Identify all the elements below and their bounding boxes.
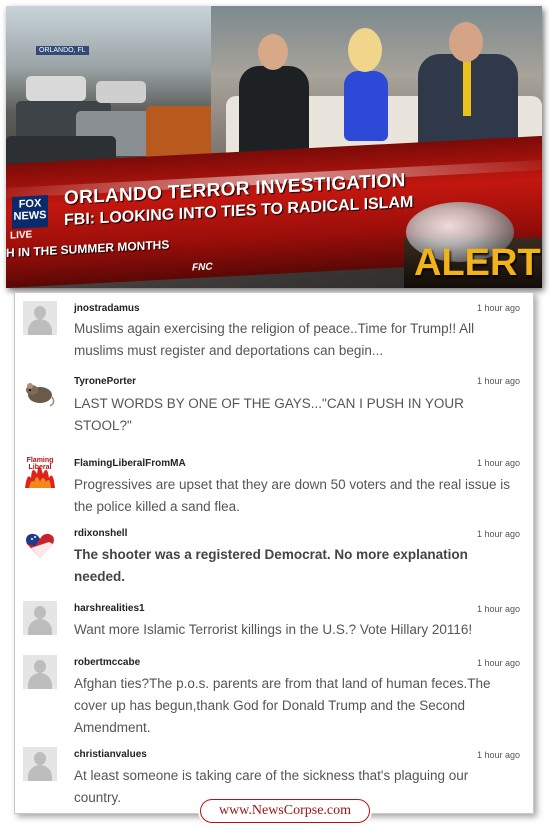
comment-username[interactable]: rdixonshell <box>74 528 127 539</box>
default-avatar-icon[interactable] <box>23 601 57 635</box>
comment-item: robertmccabe 1 hour ago Afghan ties?The … <box>15 649 533 742</box>
flaming-avatar-label: Flaming Liberal <box>26 457 54 471</box>
newscorpse-watermark[interactable]: www.NewsCorpse.com <box>200 799 370 823</box>
flaming-liberal-avatar-icon[interactable]: Flaming Liberal <box>23 454 57 488</box>
default-avatar-icon[interactable] <box>23 655 57 689</box>
comment-text: LAST WORDS BY ONE OF THE GAYS..."CAN I P… <box>74 396 464 433</box>
comment-username[interactable]: jnostradamus <box>74 303 140 314</box>
channel-bug: FNC <box>192 261 213 274</box>
comment-time[interactable]: 1 hour ago <box>477 458 520 468</box>
comment-time[interactable]: 1 hour ago <box>477 750 520 760</box>
comments-panel: jnostradamus 1 hour ago Muslims again ex… <box>14 292 534 814</box>
anchor-right-head <box>449 22 483 62</box>
comment-time[interactable]: 1 hour ago <box>477 303 520 313</box>
comment-time[interactable]: 1 hour ago <box>477 376 520 386</box>
alert-label: ALERT <box>414 242 541 284</box>
comment-item: Flaming Liberal FlamingLiberalFromMA 1 h… <box>15 447 533 524</box>
comment-username[interactable]: FlamingLiberalFromMA <box>74 458 186 469</box>
comment-text: Progressives are upset that they are dow… <box>74 477 510 514</box>
flag-heart-avatar-icon[interactable] <box>23 528 57 562</box>
comment-text: Muslims again exercising the religion of… <box>74 321 475 358</box>
comment-time[interactable]: 1 hour ago <box>477 604 520 614</box>
comment-username[interactable]: christianvalues <box>74 749 147 760</box>
fox-news-logo: FOX NEWS <box>12 195 48 229</box>
anchor-center <box>344 71 388 141</box>
comment-text: Want more Islamic Terrorist killings in … <box>74 622 473 637</box>
comment-item: harshrealities1 1 hour ago Want more Isl… <box>15 595 533 650</box>
comment-item: rdixonshell 1 hour ago The shooter was a… <box>15 523 533 596</box>
anchor-left-head <box>258 34 288 70</box>
comment-text: Afghan ties?The p.o.s. parents are from … <box>74 676 491 735</box>
live-tag: LIVE <box>10 229 33 242</box>
default-avatar-icon[interactable] <box>23 301 57 335</box>
rat-avatar-icon[interactable] <box>23 375 57 409</box>
anchor-right-tie <box>463 61 471 116</box>
comment-username[interactable]: robertmccabe <box>74 657 140 668</box>
comment-text: The shooter was a registered Democrat. N… <box>74 547 468 584</box>
comment-time[interactable]: 1 hour ago <box>477 658 520 668</box>
anchor-center-head <box>348 28 382 72</box>
tv-screenshot: ORLANDO, FL FOX NEWS LIVE ORLANDO TERROR… <box>6 6 542 288</box>
comment-time[interactable]: 1 hour ago <box>477 529 520 539</box>
comment-username[interactable]: TyronePorter <box>74 376 136 387</box>
comment-username[interactable]: harshrealities1 <box>74 603 145 614</box>
default-avatar-icon[interactable] <box>23 747 57 781</box>
comment-item: TyronePorter 1 hour ago LAST WORDS BY ON… <box>15 365 533 448</box>
comment-item: jnostradamus 1 hour ago Muslims again ex… <box>15 293 533 366</box>
location-tag: ORLANDO, FL <box>36 46 89 55</box>
